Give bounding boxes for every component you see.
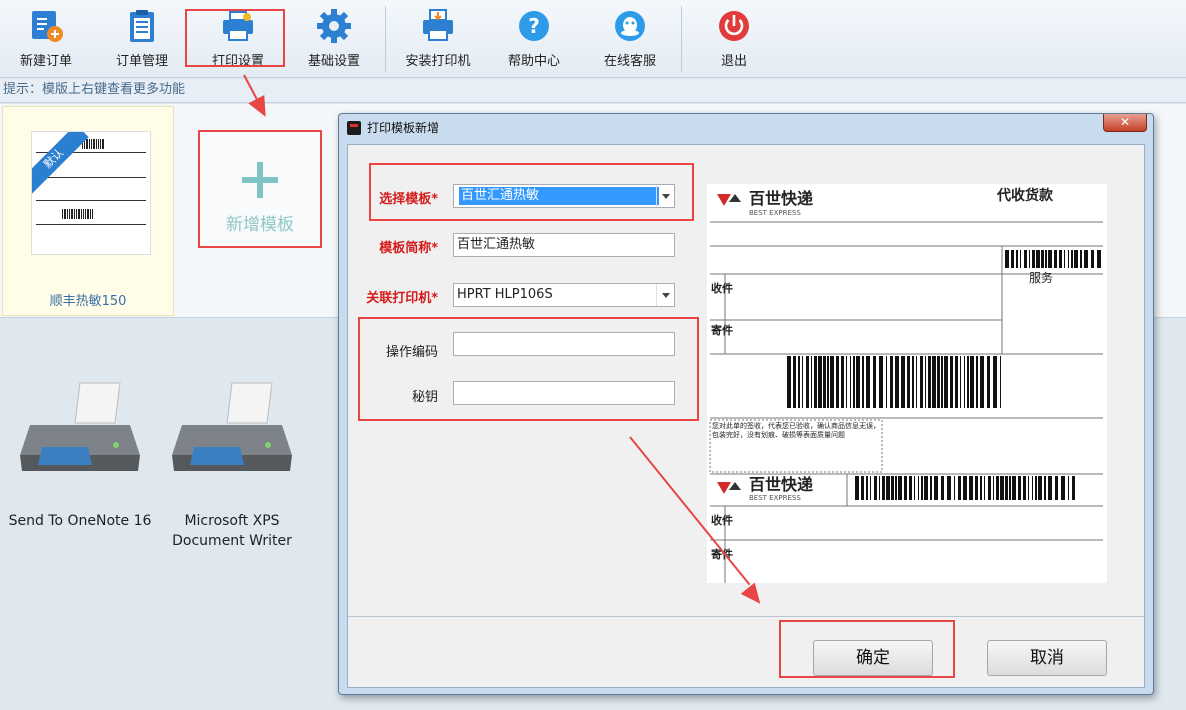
printer-select[interactable]: HPRT HLP106S: [453, 283, 675, 307]
default-ribbon: 默认: [32, 132, 89, 194]
order-management-label: 订单管理: [115, 54, 168, 69]
template-name: 顺丰热敏150: [49, 294, 127, 309]
dialog-title-bar[interactable]: 打印模板新增: [339, 114, 1153, 142]
op-code-input[interactable]: [453, 332, 675, 356]
printer-icon: [20, 375, 140, 475]
dialog-separator: [348, 616, 1144, 617]
clipboard-icon: [124, 8, 160, 44]
printer-select-value: HPRT HLP106S: [457, 287, 553, 302]
barcode-main: [787, 356, 1001, 408]
brand-en-bottom: BEST EXPRESS: [749, 494, 801, 502]
template-thumbnail: 默认: [31, 131, 151, 255]
secret-key-label: 秘钥: [411, 390, 438, 405]
help-center-label: 帮助中心: [507, 54, 560, 69]
app-icon: [347, 121, 361, 135]
printer-item-xps[interactable]: Microsoft XPS Document Writer: [152, 375, 312, 551]
printer-name: Send To OneNote 16: [8, 513, 152, 529]
barcode-bottom: [855, 476, 1075, 500]
order-management-button[interactable]: 订单管理: [97, 6, 187, 74]
hint-bar: 提示：模版上右键查看更多功能: [0, 79, 1186, 103]
printer-item-onenote[interactable]: Send To OneNote 16: [0, 375, 160, 531]
main-toolbar: 新建订单 订单管理 打印设置 基础设置 安装打印机 ? 帮助中心 在线客服 退出: [0, 0, 1186, 78]
op-code-label: 操作编码: [385, 345, 438, 360]
close-button[interactable]: ✕: [1103, 114, 1147, 132]
dialog-title: 打印模板新增: [367, 121, 440, 135]
chevron-down-icon: [656, 185, 674, 207]
add-template-button[interactable]: 新增模板: [198, 130, 322, 248]
waybill-preview-image: 百世快递 BEST EXPRESS 代收货款 收件 寄件 服务 您对此单的签收，…: [709, 187, 1103, 583]
online-service-button[interactable]: 在线客服: [585, 6, 675, 74]
chat-icon: [612, 8, 648, 44]
new-order-label: 新建订单: [19, 54, 72, 69]
brand-en: BEST EXPRESS: [749, 209, 801, 217]
barcode-small: [1005, 250, 1101, 268]
recv-label: 收件: [711, 281, 733, 295]
new-order-button[interactable]: 新建订单: [1, 6, 91, 74]
dialog-body: 选择模板* 百世汇通热敏 模板简称* 百世汇通热敏 关联打印机* HPRT HL…: [347, 144, 1145, 688]
install-printer-button[interactable]: 安装打印机: [393, 6, 483, 74]
template-select[interactable]: 百世汇通热敏: [453, 184, 675, 208]
chevron-down-icon: [656, 284, 674, 306]
exit-button[interactable]: 退出: [689, 6, 779, 74]
basic-settings-label: 基础设置: [307, 54, 360, 69]
notice-text: 您对此单的签收，代表您已验收，确认商品信息无误，包装完好，没有划痕、破损等表面质…: [712, 422, 880, 439]
confirm-button[interactable]: 确定: [813, 640, 933, 676]
printer-select-label: 关联打印机*: [366, 291, 438, 306]
new-order-icon: [28, 8, 64, 44]
short-name-input[interactable]: 百世汇通热敏: [453, 233, 675, 257]
service-label: 服务: [1029, 270, 1053, 285]
printer-icon: [172, 375, 292, 475]
plus-icon: [242, 162, 278, 198]
basic-settings-button[interactable]: 基础设置: [289, 6, 379, 74]
toolbar-divider: [385, 6, 386, 72]
template-select-label: 选择模板*: [379, 192, 438, 207]
brand-name-bottom: 百世快递: [749, 475, 813, 494]
add-template-dialog: 打印模板新增 ✕ 选择模板* 百世汇通热敏 模板简称* 百世汇通热敏 关联打印机…: [338, 113, 1154, 695]
add-template-label: 新增模板: [226, 215, 294, 235]
power-icon: [716, 8, 752, 44]
install-printer-label: 安装打印机: [405, 54, 471, 69]
online-service-label: 在线客服: [603, 54, 656, 69]
gear-icon: [316, 8, 352, 44]
print-settings-button[interactable]: 打印设置: [193, 6, 283, 74]
cancel-button[interactable]: 取消: [987, 640, 1107, 676]
install-printer-icon: [420, 8, 456, 44]
short-name-label: 模板简称*: [379, 241, 438, 256]
toolbar-divider: [681, 6, 682, 72]
print-settings-label: 打印设置: [211, 54, 264, 69]
printer-settings-icon: [220, 8, 256, 44]
help-center-button[interactable]: ? 帮助中心: [489, 6, 579, 74]
cod-label: 代收货款: [996, 187, 1054, 204]
svg-text:?: ?: [528, 14, 540, 38]
template-preview: 百世快递 BEST EXPRESS 代收货款 收件 寄件 服务 您对此单的签收，…: [707, 184, 1107, 583]
template-select-value: 百世汇通热敏: [459, 187, 659, 205]
template-card[interactable]: 默认 顺丰热敏150: [2, 106, 174, 316]
secret-key-input[interactable]: [453, 381, 675, 405]
help-icon: ?: [516, 8, 552, 44]
exit-label: 退出: [720, 54, 747, 69]
printer-name: Microsoft XPS Document Writer: [172, 513, 292, 549]
recv-label-bottom: 收件: [711, 513, 733, 527]
brand-name: 百世快递: [749, 189, 813, 208]
send-label: 寄件: [711, 323, 733, 337]
